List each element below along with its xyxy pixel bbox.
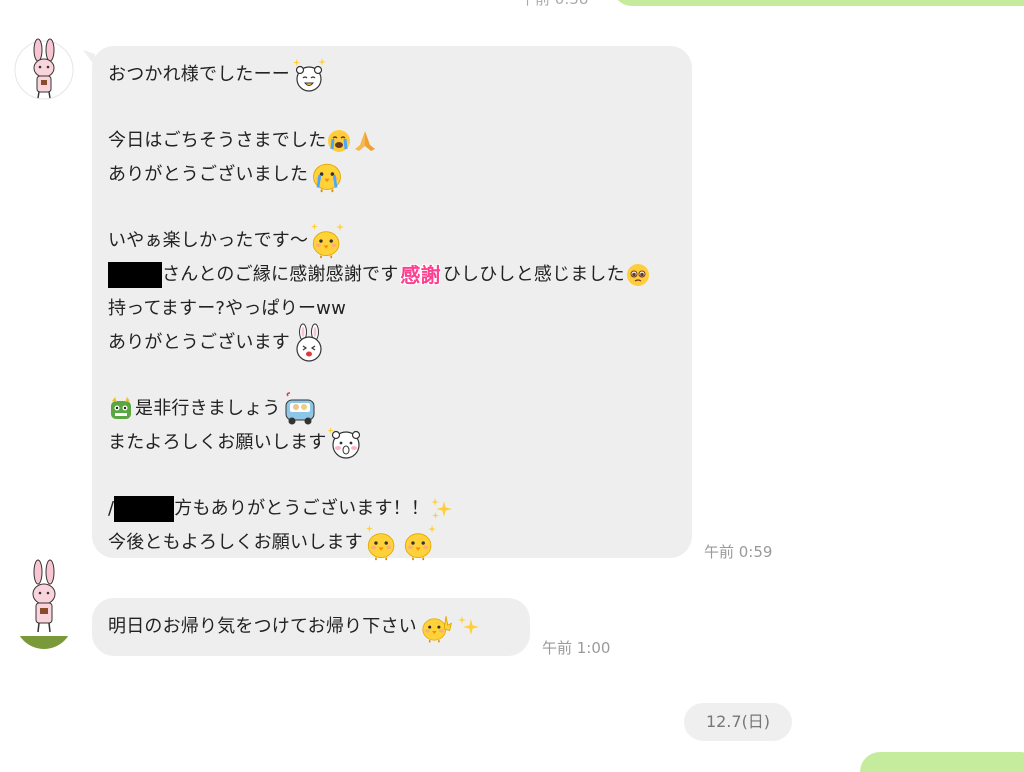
message-line: 今日はごちそうさまでした xyxy=(108,124,676,158)
outgoing-bubble-partial-top[interactable] xyxy=(612,0,1024,6)
chick-icon xyxy=(401,525,437,561)
crying-chick-icon xyxy=(309,157,345,193)
sparkles-icon xyxy=(430,497,454,521)
kansha-sticker-text: 感謝 xyxy=(400,263,441,287)
outgoing-bubble-partial-bottom[interactable] xyxy=(860,752,1024,772)
bear-sparkle-icon xyxy=(327,425,365,461)
message-text: 是非行きましょう xyxy=(135,398,281,419)
message-line: 今後ともよろしくお願いします xyxy=(108,525,676,561)
message-bubble[interactable]: 明日のお帰り気をつけてお帰り下さい xyxy=(92,598,530,656)
chick-icon xyxy=(418,609,456,645)
message-timestamp: 午前 1:00 xyxy=(542,639,611,657)
chick-icon xyxy=(309,223,345,259)
date-separator: 12.7(日) xyxy=(684,703,792,741)
message-line: ありがとうございました xyxy=(108,157,676,193)
message-line: 明日のお帰り気をつけてお帰り下さい xyxy=(108,610,514,644)
redacted-name xyxy=(108,262,162,288)
top-timestamp: 午前 0:58 xyxy=(520,0,588,9)
rabbit-face-icon xyxy=(291,323,327,363)
message-text: 明日のお帰り気をつけてお帰り下さい xyxy=(108,616,417,637)
rabbit-avatar-icon xyxy=(14,38,74,100)
rabbit-avatar-icon xyxy=(15,559,73,649)
folded-hands-icon xyxy=(352,129,378,153)
message-text: おつかれ様でしたーー xyxy=(108,64,290,85)
pleading-face-icon xyxy=(626,263,650,287)
message-text: さんとのご縁に感謝感謝です xyxy=(162,264,399,285)
message-line: ありがとうございます xyxy=(108,323,676,363)
message-text: いやぁ楽しかったです〜 xyxy=(108,230,309,251)
message-text: ひしひしと感じました xyxy=(442,264,625,285)
message-line: おつかれ様でしたーー xyxy=(108,58,676,92)
chick-icon xyxy=(364,525,400,561)
bear-sparkle-icon xyxy=(291,57,327,93)
message-text: ありがとうございます xyxy=(108,332,290,353)
sparkles-icon xyxy=(457,615,481,639)
rabbit-avatar[interactable] xyxy=(14,38,74,102)
message-text: ありがとうございました xyxy=(108,164,309,185)
message-line: いやぁ楽しかったです〜 xyxy=(108,223,676,259)
redacted-name xyxy=(114,496,175,522)
car-icon xyxy=(282,392,318,426)
message-text: 今後ともよろしくお願いします xyxy=(108,532,363,553)
message-timestamp: 午前 0:59 xyxy=(704,543,773,561)
rabbit-avatar[interactable] xyxy=(14,558,74,650)
message-line: 持ってますー?やっぱりーww xyxy=(108,292,676,326)
message-text: 持ってますー?やっぱりーww xyxy=(108,298,346,319)
message-line: / 方もありがとうございます！！ xyxy=(108,492,676,526)
message-text: またよろしくお願いします xyxy=(108,432,327,453)
message-line: さんとのご縁に感謝感謝です 感謝 ひしひしと感じました xyxy=(108,258,676,292)
message-text: 今日はごちそうさまでした xyxy=(108,130,327,151)
message-bubble[interactable]: おつかれ様でしたーー 今日はごちそうさまでした ありがとうございました いやぁ楽… xyxy=(92,46,692,561)
message-line: 是非行きましょう xyxy=(108,392,676,426)
message-line: またよろしくお願いします xyxy=(108,426,676,460)
dragon-face-icon xyxy=(109,397,133,421)
crying-face-icon xyxy=(327,129,351,153)
message-text: 方もありがとうございます！！ xyxy=(174,498,430,519)
